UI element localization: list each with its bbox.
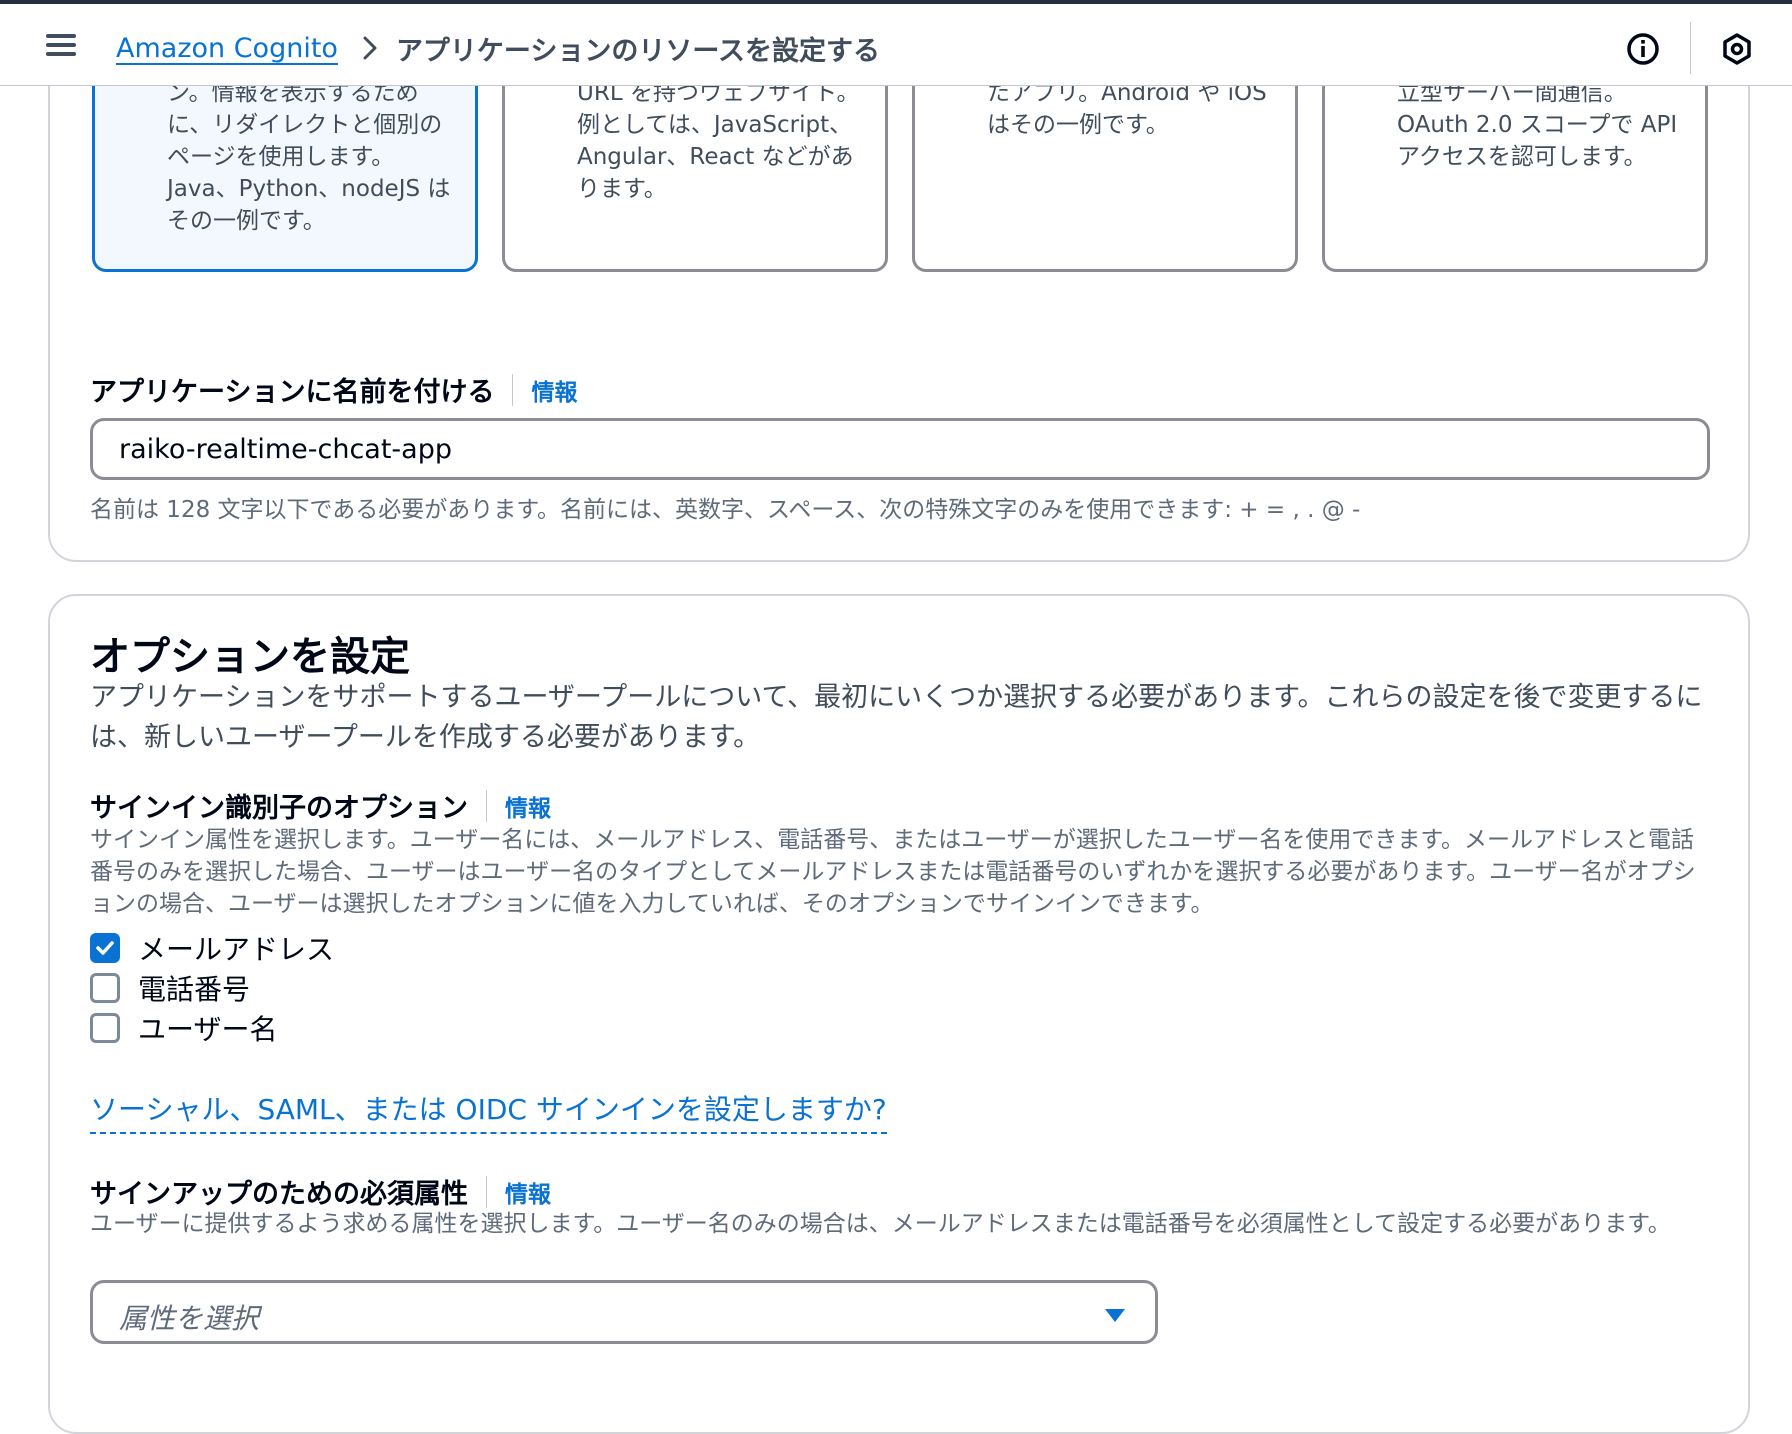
checkbox-label: メールアドレス [138,933,335,966]
options-description: アプリケーションをサポートするユーザープールについて、最初にいくつか選択する必要… [90,682,1703,753]
options-title: オプションを設定 [90,634,410,680]
menu-icon[interactable] [46,32,76,58]
signin-label-text: サインイン識別子のオプション [90,793,468,824]
required-attributes-label: サインアップのための必須属性 情報 [90,1172,551,1211]
federation-signin-link[interactable]: ソーシャル、SAML、または OIDC サインインを設定しますか? [90,1088,887,1134]
app-name-input[interactable] [90,418,1710,480]
checkbox-username[interactable]: ユーザー名 [90,1010,277,1046]
chevron-right-icon [362,35,378,61]
checkbox-label: 電話番号 [138,973,251,1006]
required-attributes-help-text: ユーザーに提供するよう求める属性を選択します。ユーザー名のみの場合は、メールアド… [90,1211,1671,1237]
app-name-label-text: アプリケーションに名前を付ける [90,377,495,408]
info-panel-icon[interactable] [1626,32,1660,66]
breadcrumb-current-page: アプリケーションのリソースを設定する [395,35,881,67]
checkbox-unchecked-icon[interactable] [90,973,120,1003]
checkbox-unchecked-icon[interactable] [90,1013,120,1043]
signin-help-text: サインイン属性を選択します。ユーザー名には、メールアドレス、電話番号、またはユー… [90,827,1696,917]
app-name-constraint: 名前は 128 文字以下である必要があります。名前には、英数字、スペース、次の特… [90,497,1361,523]
app-name-info-link[interactable]: 情報 [531,373,577,407]
checkbox-checked-icon[interactable] [90,933,120,963]
checkbox-phone[interactable]: 電話番号 [90,970,250,1006]
checkbox-email[interactable]: メールアドレス [90,930,334,966]
label-divider [486,1175,487,1208]
hexagon-settings-icon[interactable] [1720,32,1754,66]
label-divider [486,789,487,822]
signin-label: サインイン識別子のオプション 情報 [90,786,551,825]
top-navigation-bar: Amazon Cognito アプリケーションのリソースを設定する [0,0,1792,86]
caret-down-icon [1103,1307,1127,1327]
signin-info-link[interactable]: 情報 [505,789,551,823]
header-divider [1690,22,1691,74]
required-attributes-select[interactable]: 属性を選択 [90,1280,1158,1344]
required-attributes-label-text: サインアップのための必須属性 [90,1179,468,1210]
breadcrumb: Amazon Cognito アプリケーションのリソースを設定する [116,28,880,68]
select-placeholder: 属性を選択 [119,1302,260,1335]
required-attributes-info-link[interactable]: 情報 [505,1175,551,1209]
label-divider [512,373,514,406]
breadcrumb-link-cognito[interactable]: Amazon Cognito [116,33,338,64]
app-name-label: アプリケーションに名前を付ける 情報 [90,370,577,409]
checkbox-label: ユーザー名 [138,1013,278,1046]
app-type-description: たアプリ。Android や iOS はその一例です。 [987,80,1267,138]
